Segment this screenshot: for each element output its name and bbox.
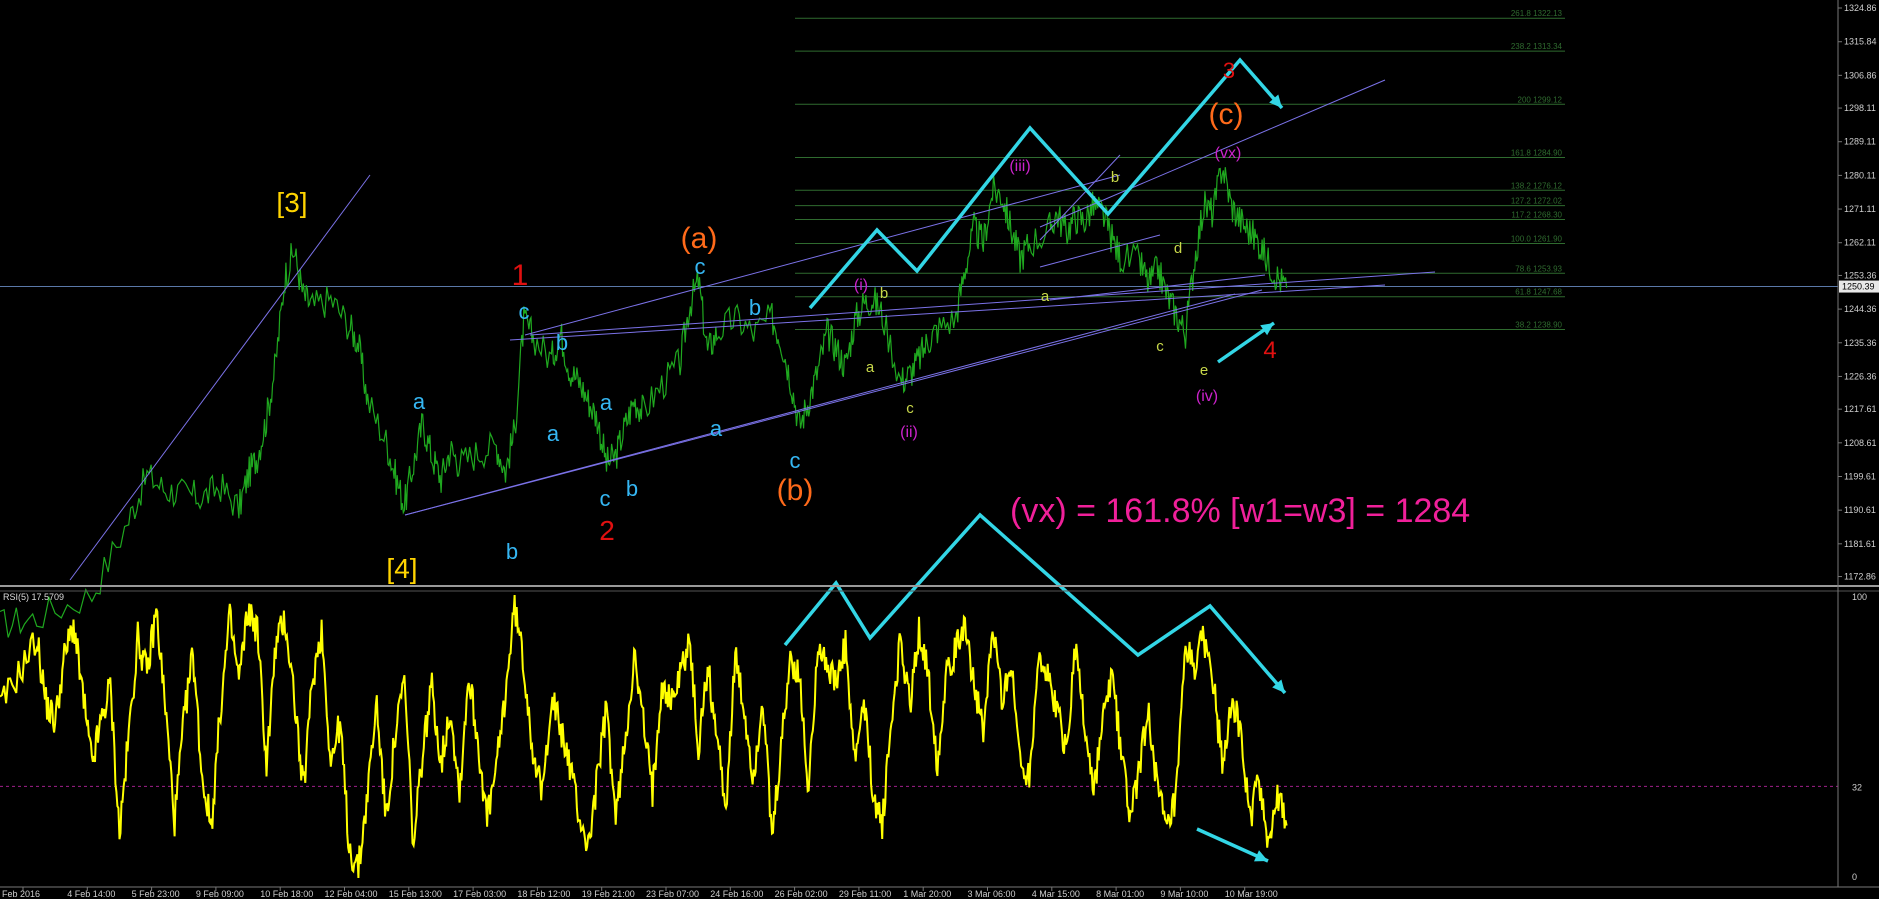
time-axis-label: Feb 2016	[2, 889, 40, 899]
wave-label-a-small: a	[600, 390, 613, 415]
wave-label-a: (a)	[681, 222, 718, 255]
fib-level-label: 100.0 1261.90	[1511, 235, 1563, 244]
wave-label-i: (i)	[854, 277, 868, 294]
time-axis-label: 17 Feb 03:00	[453, 889, 506, 899]
wave-label-4: [4]	[386, 553, 417, 584]
wave-label-3: [3]	[276, 187, 307, 218]
wave-label-a-small: a	[413, 389, 426, 414]
fib-level-label: 161.8 1284.90	[1511, 148, 1563, 157]
price-axis-label: 1324.86	[1844, 3, 1877, 13]
wave-label-c-small: c	[600, 486, 611, 511]
wave-label-c-small: c	[790, 448, 801, 473]
time-axis-label: 8 Mar 01:00	[1096, 889, 1144, 899]
time-axis-label: 26 Feb 02:00	[775, 889, 828, 899]
time-axis-label: 4 Mar 15:00	[1032, 889, 1080, 899]
wave-label-b-small: b	[626, 476, 638, 501]
price-axis-label: 1244.36	[1844, 304, 1877, 314]
price-axis-label: 1280.11	[1844, 170, 1876, 180]
fib-level-label: 117.2 1268.30	[1511, 211, 1562, 220]
wave-label-iv: (iv)	[1196, 388, 1218, 405]
rsi-axis-label: 32	[1852, 782, 1862, 792]
rsi-indicator-label: RSI(5) 17.5709	[3, 592, 64, 602]
wave-label-e-lime: e	[1200, 362, 1208, 379]
time-axis-label: 3 Mar 06:00	[968, 889, 1016, 899]
wave-label-vx: (vx)	[1215, 145, 1242, 162]
wave-label-2: 2	[599, 515, 615, 546]
wave-label-b-small: b	[506, 539, 518, 564]
fib-level-label: 238.2 1313.34	[1511, 42, 1563, 51]
wave-label-ii: (ii)	[900, 424, 918, 441]
time-axis-label: 12 Feb 04:00	[325, 889, 378, 899]
price-axis-label: 1306.86	[1844, 70, 1877, 80]
price-axis-label: 1199.61	[1844, 471, 1876, 481]
wave-label-c-lime: c	[1156, 338, 1164, 355]
wave-label-a-lime: a	[1041, 288, 1050, 305]
price-axis-label: 1271.11	[1844, 204, 1876, 214]
time-axis-label: 23 Feb 07:00	[646, 889, 699, 899]
price-axis-label: 1217.61	[1844, 404, 1877, 414]
wave-label-4-red: 4	[1263, 337, 1276, 364]
time-axis-label: 9 Feb 09:00	[196, 889, 244, 899]
time-axis-label: 18 Feb 12:00	[517, 889, 570, 899]
price-axis-label: 1208.61	[1844, 438, 1877, 448]
time-axis-label: 1 Mar 20:00	[903, 889, 951, 899]
fib-level-label: 138.2 1276.12	[1511, 181, 1563, 190]
fib-level-label: 61.8 1247.68	[1515, 288, 1562, 297]
time-axis-label: 9 Mar 10:00	[1160, 889, 1208, 899]
fib-level-label: 200 1299.12	[1518, 95, 1563, 104]
fib-level-label: 78.6 1253.93	[1515, 264, 1562, 273]
price-axis-label: 1253.36	[1844, 270, 1877, 280]
time-axis-label: 15 Feb 13:00	[389, 889, 442, 899]
wave-label-d-lime: d	[1174, 240, 1182, 257]
time-axis-label: 10 Mar 19:00	[1225, 889, 1278, 899]
wave-label-b-small: b	[749, 295, 761, 320]
rsi-axis-label: 100	[1852, 592, 1867, 602]
wave-label-b-small: b	[556, 330, 568, 355]
wave-label-a-small: a	[710, 416, 723, 441]
time-axis-label: 19 Feb 21:00	[582, 889, 635, 899]
chart-canvas[interactable]: 261.8 1322.13238.2 1313.34200 1299.12161…	[0, 0, 1879, 899]
price-axis-label: 1315.84	[1844, 37, 1877, 47]
time-axis-label: 10 Feb 18:00	[260, 889, 313, 899]
time-axis-label: 29 Feb 11:00	[839, 889, 891, 899]
fib-level-label: 127.2 1272.02	[1511, 197, 1563, 206]
fib-level-label: 38.2 1238.90	[1515, 321, 1562, 330]
price-axis-label: 1226.36	[1844, 371, 1877, 381]
price-axis-label: 1172.86	[1844, 572, 1876, 582]
current-price-label: 1250.39	[1842, 282, 1875, 292]
wave-label-b-lime: b	[880, 285, 888, 302]
price-axis-label: 1190.61	[1844, 505, 1876, 515]
time-axis-label: 4 Feb 14:00	[67, 889, 115, 899]
fib-level-label: 261.8 1322.13	[1511, 9, 1563, 18]
price-axis-label: 1289.11	[1844, 137, 1876, 147]
wave-target-annotation: (vx) = 161.8% [w1=w3] = 1284	[1010, 492, 1470, 530]
wave-label-1: 1	[512, 259, 529, 292]
wave-label-iii: (iii)	[1009, 158, 1030, 175]
wave-label-c-small: c	[695, 254, 706, 279]
price-axis-label: 1181.61	[1844, 539, 1876, 549]
wave-label-3-red: 3	[1223, 58, 1235, 83]
wave-label-b: (b)	[777, 474, 814, 507]
wave-label-c-lime: c	[906, 400, 914, 417]
wave-label-a-lime: a	[866, 359, 875, 376]
rsi-axis-label: 0	[1852, 872, 1857, 882]
time-axis-label: 24 Feb 16:00	[710, 889, 763, 899]
price-axis-label: 1298.11	[1844, 103, 1876, 113]
wave-label-c-small: c	[519, 299, 530, 324]
wave-label-b-lime: b	[1111, 169, 1119, 186]
wave-label-a-small: a	[547, 421, 560, 446]
time-axis-label: 5 Feb 23:00	[132, 889, 180, 899]
wave-label-c: (c)	[1209, 98, 1244, 131]
price-axis-label: 1235.36	[1844, 338, 1877, 348]
price-axis-label: 1262.11	[1844, 238, 1876, 248]
